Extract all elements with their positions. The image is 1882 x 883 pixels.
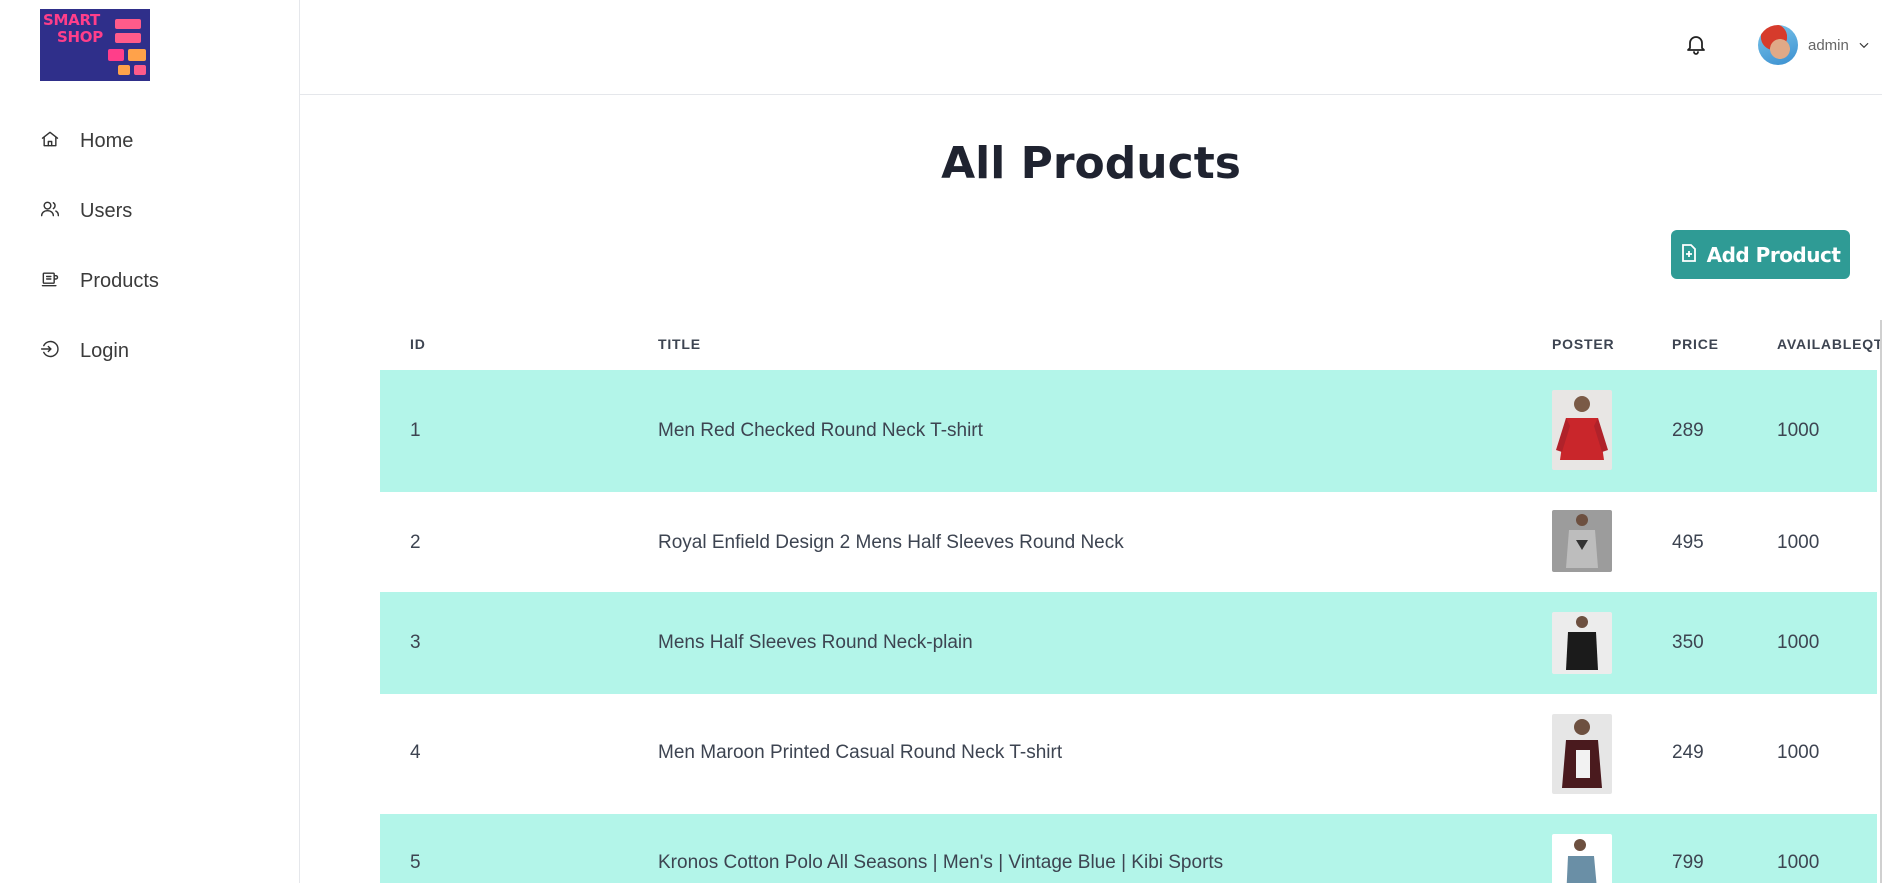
sidebar-nav: Home Users Products Login <box>0 106 299 386</box>
page-title: All Products <box>941 138 1241 189</box>
login-icon <box>40 339 60 364</box>
column-header-poster[interactable]: POSTER <box>1552 336 1614 352</box>
sidebar-item-label: Products <box>80 269 159 292</box>
column-header-id[interactable]: ID <box>410 336 426 352</box>
user-menu[interactable]: admin <box>1758 24 1871 66</box>
cell-title: Kronos Cotton Polo All Seasons | Men's |… <box>658 852 1224 873</box>
cell-price: 799 <box>1672 852 1704 873</box>
sidebar-item-home[interactable]: Home <box>0 106 299 176</box>
cell-id: 5 <box>410 852 421 873</box>
products-icon <box>40 269 60 294</box>
user-name: admin <box>1808 36 1849 54</box>
users-icon <box>40 199 60 224</box>
sidebar-item-products[interactable]: Products <box>0 246 299 316</box>
sidebar-item-users[interactable]: Users <box>0 176 299 246</box>
cell-price: 350 <box>1672 632 1704 653</box>
cell-price: 289 <box>1672 420 1704 441</box>
logo-line-2: SHOP <box>57 28 103 46</box>
sidebar-item-label: Users <box>80 199 133 222</box>
cell-title: Royal Enfield Design 2 Mens Half Sleeves… <box>658 532 1124 553</box>
table-row[interactable]: 1 Men Red Checked Round Neck T-shirt 289… <box>380 370 1877 492</box>
table-row[interactable]: 3 Mens Half Sleeves Round Neck-plain 350… <box>380 592 1877 694</box>
column-header-title[interactable]: TITLE <box>658 336 701 352</box>
cell-price: 495 <box>1672 532 1704 553</box>
home-icon <box>40 129 60 154</box>
products-table: ID TITLE POSTER PRICE AVAILABLEQT 1 Men … <box>380 318 1882 883</box>
cell-id: 2 <box>410 532 421 553</box>
file-plus-icon <box>1681 243 1707 267</box>
smart-shop-logo[interactable]: SMART SHOP <box>40 9 150 81</box>
cell-available-qty: 1000 <box>1777 532 1820 553</box>
poster-image <box>1552 510 1612 572</box>
cell-price: 249 <box>1672 742 1704 763</box>
table-row[interactable]: 2 Royal Enfield Design 2 Mens Half Sleev… <box>380 492 1877 592</box>
cell-id: 1 <box>410 420 421 441</box>
add-product-label: Add Product <box>1706 242 1841 267</box>
table-row[interactable]: 5 Kronos Cotton Polo All Seasons | Men's… <box>380 814 1877 883</box>
cell-id: 4 <box>410 742 421 763</box>
poster-image <box>1552 390 1612 470</box>
cell-title: Men Maroon Printed Casual Round Neck T-s… <box>658 742 1063 763</box>
cell-available-qty: 1000 <box>1777 420 1820 441</box>
avatar <box>1758 25 1798 65</box>
poster-image <box>1552 714 1612 794</box>
add-product-button[interactable]: Add Product <box>1671 230 1850 279</box>
sidebar: SMART SHOP Home Users Products Login <box>0 0 300 883</box>
sidebar-item-label: Login <box>80 339 129 362</box>
sidebar-item-login[interactable]: Login <box>0 316 299 386</box>
table-header: ID TITLE POSTER PRICE AVAILABLEQT <box>380 318 1882 370</box>
cell-available-qty: 1000 <box>1777 852 1820 873</box>
table-row[interactable]: 4 Men Maroon Printed Casual Round Neck T… <box>380 694 1877 814</box>
bell-icon[interactable] <box>1684 32 1708 56</box>
cell-available-qty: 1000 <box>1777 742 1820 763</box>
cell-id: 3 <box>410 632 421 653</box>
column-header-price[interactable]: PRICE <box>1672 336 1719 352</box>
top-bar: admin <box>300 0 1882 95</box>
cell-title: Mens Half Sleeves Round Neck-plain <box>658 632 973 653</box>
cell-available-qty: 1000 <box>1777 632 1820 653</box>
cell-title: Men Red Checked Round Neck T-shirt <box>658 420 983 441</box>
chevron-down-icon <box>1857 38 1871 52</box>
column-header-available-qty[interactable]: AVAILABLEQT <box>1777 336 1882 352</box>
poster-image <box>1552 612 1612 674</box>
logo-line-1: SMART <box>43 11 100 29</box>
sidebar-item-label: Home <box>80 129 134 152</box>
poster-image <box>1552 834 1612 883</box>
